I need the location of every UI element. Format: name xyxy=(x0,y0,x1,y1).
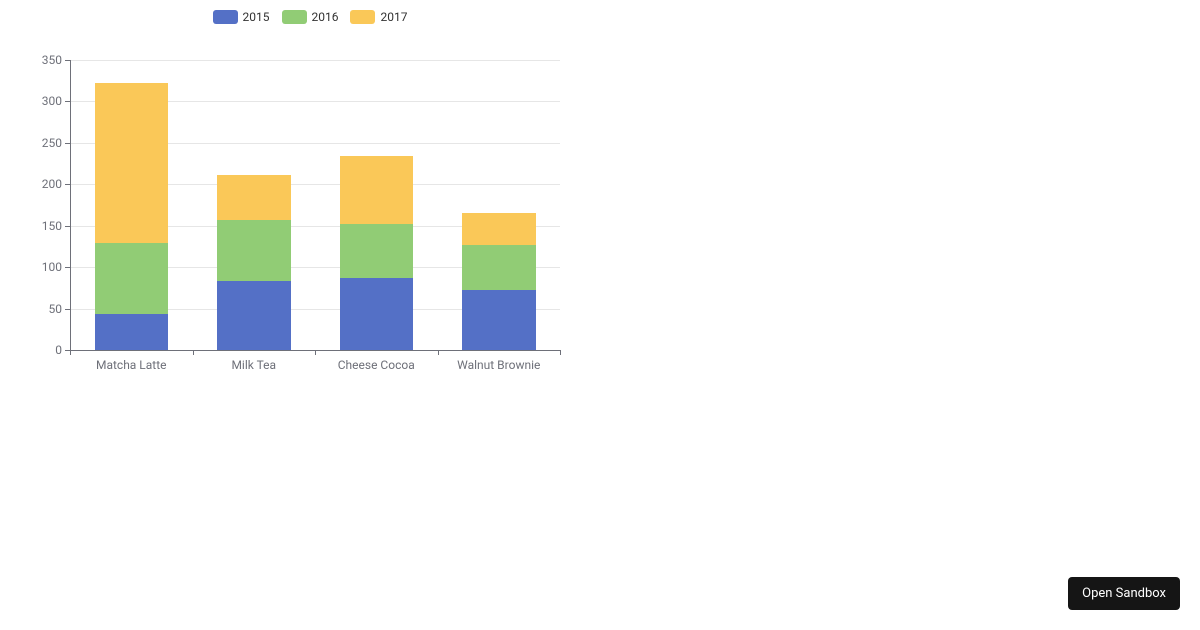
bar-segment-2015[interactable] xyxy=(95,314,169,350)
x-tick-label: Milk Tea xyxy=(231,350,276,372)
x-tick-mark xyxy=(438,350,439,355)
y-tick-label: 100 xyxy=(42,260,70,274)
bar-segment-2017[interactable] xyxy=(340,156,414,224)
y-tick-label: 250 xyxy=(42,136,70,150)
bar-segment-2016[interactable] xyxy=(217,220,291,281)
x-tick-mark xyxy=(560,350,561,355)
chart-plot-area: 050100150200250300350Matcha LatteMilk Te… xyxy=(70,60,560,350)
legend-label: 2017 xyxy=(380,10,407,24)
y-tick-label: 150 xyxy=(42,219,70,233)
legend-item-2017[interactable]: 2017 xyxy=(350,10,407,24)
legend-swatch-icon xyxy=(282,10,307,24)
x-tick-label: Matcha Latte xyxy=(96,350,167,372)
stacked-bar-chart: 201520162017 050100150200250300350Matcha… xyxy=(40,10,580,370)
bar-segment-2016[interactable] xyxy=(95,243,169,314)
bar-group xyxy=(217,175,291,350)
legend-item-2016[interactable]: 2016 xyxy=(282,10,339,24)
legend-label: 2016 xyxy=(312,10,339,24)
bar-segment-2016[interactable] xyxy=(462,245,536,290)
y-tick-label: 50 xyxy=(49,302,71,316)
x-tick-label: Walnut Brownie xyxy=(457,350,540,372)
x-tick-mark xyxy=(193,350,194,355)
bar-group xyxy=(95,83,169,350)
y-tick-label: 0 xyxy=(55,343,70,357)
legend-item-2015[interactable]: 2015 xyxy=(213,10,270,24)
bar-segment-2017[interactable] xyxy=(462,213,536,245)
chart-legend: 2015 2016 2017 xyxy=(40,10,580,27)
bar-segment-2015[interactable] xyxy=(217,281,291,350)
bar-segment-2017[interactable] xyxy=(95,83,169,243)
x-tick-label: Cheese Cocoa xyxy=(338,350,415,372)
y-tick-label: 200 xyxy=(42,177,70,191)
y-axis-line xyxy=(70,60,71,350)
bar-group xyxy=(340,156,414,350)
y-tick-label: 350 xyxy=(42,53,70,67)
bar-segment-2015[interactable] xyxy=(462,290,536,350)
legend-swatch-icon xyxy=(350,10,375,24)
legend-label: 2015 xyxy=(243,10,270,24)
legend-swatch-icon xyxy=(213,10,238,24)
bar-segment-2015[interactable] xyxy=(340,278,414,350)
x-tick-mark xyxy=(315,350,316,355)
bar-segment-2017[interactable] xyxy=(217,175,291,221)
y-tick-label: 300 xyxy=(42,94,70,108)
grid-line xyxy=(70,60,560,61)
bar-group xyxy=(462,213,536,350)
x-tick-mark xyxy=(70,350,71,355)
open-sandbox-button[interactable]: Open Sandbox xyxy=(1068,577,1180,610)
bar-segment-2016[interactable] xyxy=(340,224,414,278)
